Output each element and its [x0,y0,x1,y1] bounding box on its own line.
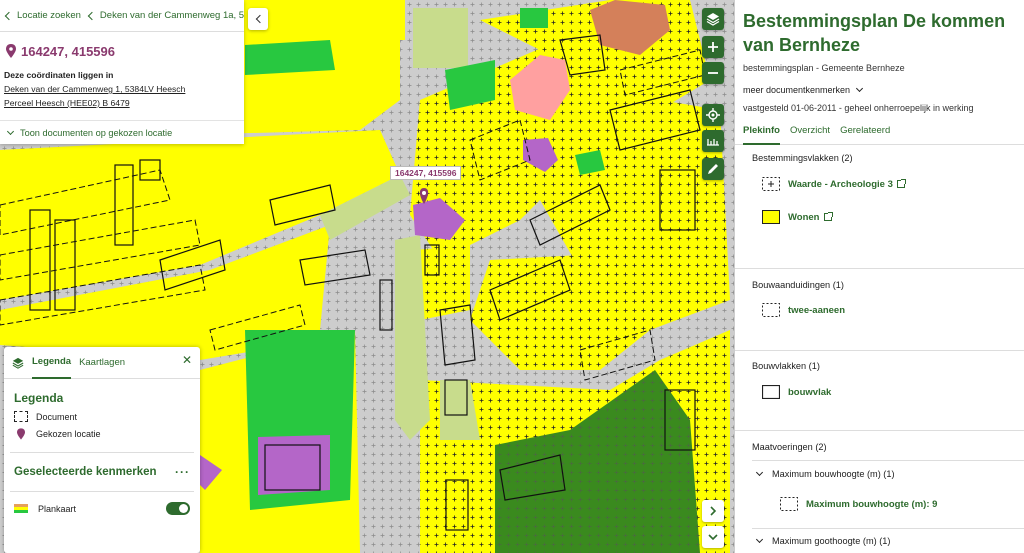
item-waarde-archeologie[interactable]: Waarde - Archeologie 3 [735,177,1024,191]
wonen-color-icon [762,210,780,224]
subsection-label: Maximum goothoogte (m) (1) [772,536,891,546]
chevron-down-icon [755,468,764,477]
document-icon [14,411,28,422]
chevron-down-icon [708,534,718,541]
plan-tab-bar: Plekinfo Overzicht Gerelateerd [735,125,1024,145]
show-documents-toggle[interactable]: Toon documenten op gekozen locatie [0,120,244,144]
item-label: Wonen [788,211,820,223]
more-docs-label: meer documentkenmerken [743,85,851,95]
plan-status: vastgesteld 01-06-2011 - geheel onherroe… [743,103,974,113]
zoom-out-button[interactable] [702,62,724,84]
legend-heading: Legenda [14,391,64,405]
map-coordinate-tooltip: 164247, 415596 [390,166,462,180]
location-pin-icon [17,428,25,440]
ruler-icon [707,139,719,146]
section-heading: Bestemmingsvlakken (2) [752,153,853,163]
location-pin-icon [6,44,16,58]
section-bouwaanduidingen: Bouwaanduidingen (1) twee-aaneen [735,269,1024,351]
bouwaanduiding-icon [762,303,780,317]
chevron-left-icon [255,14,264,24]
section-bestemmingsvlakken: Bestemmingsvlakken (2) Waarde - Archeolo… [735,145,1024,269]
subsection-max-goothoogte[interactable]: Maximum goothoogte (m) (1) [735,535,1024,546]
layer-row-plankaart: Plankaart [4,492,200,515]
tab-legenda[interactable]: Legenda [32,347,72,379]
layer-toggle[interactable] [166,502,190,515]
zoom-in-button[interactable] [702,36,724,58]
section-heading: Maatvoeringen (2) [752,442,827,452]
close-icon[interactable]: ✕ [182,353,192,367]
more-document-properties-toggle[interactable]: meer documentkenmerken [735,73,1024,95]
section-maatvoeringen: Maatvoeringen (2) Maximum bouwhoogte (m)… [735,431,1024,546]
item-bouwvlak[interactable]: bouwvlak [735,385,1024,399]
plus-icon [708,42,718,52]
layers-button[interactable] [702,8,724,30]
location-info-panel: Locatie zoeken Deken van der Cammenweg 1… [0,0,244,144]
subsection-label: Maximum bouwhoogte (m) (1) [772,469,895,479]
selected-features-heading: Geselecteerde kenmerken [14,466,157,478]
legend-item-label: Gekozen locatie [36,429,101,439]
pencil-icon [708,164,718,174]
plan-subtitle: bestemmingsplan - Gemeente Bernheze [743,63,905,73]
breadcrumb-address-label: Deken van der Cammenweg 1a, 5... [99,10,244,21]
chevron-down-icon [856,84,864,93]
item-max-bouwhoogte[interactable]: Maximum bouwhoogte (m): 9 [735,497,1024,511]
tab-gerelateerd[interactable]: Gerelateerd [840,125,890,145]
breadcrumb: Locatie zoeken Deken van der Cammenweg 1… [0,0,244,32]
item-wonen[interactable]: Wonen [735,210,1024,224]
chevron-down-icon [755,535,764,544]
maatvoering-icon [780,497,798,511]
legend-item-location: Gekozen locatie [4,422,200,440]
parcel-link[interactable]: Perceel Heesch (HEE02) B 6479 [4,96,238,110]
coordinates-lies-in-label: Deze coördinaten liggen in [4,70,114,80]
map-scroll-down-button[interactable] [702,526,724,548]
tab-plekinfo[interactable]: Plekinfo [743,125,780,145]
coordinates-title: 164247, 415596 [0,32,244,62]
layers-icon [12,357,24,369]
crosshair-icon [706,108,720,122]
section-heading: Bouwvlakken (1) [752,361,820,371]
chevron-right-icon [710,506,717,516]
chevron-left-icon [4,11,14,20]
layers-icon [706,13,720,26]
selected-features-row: Geselecteerde kenmerken ··· [4,453,200,479]
external-link-icon[interactable] [823,212,833,221]
legend-tab-bar: Legenda Kaartlagen ✕ [4,347,200,379]
measure-button[interactable] [702,130,724,152]
plan-title: Bestemmingsplan De kommen van Bernheze [743,11,1006,55]
archeologie-symbol-icon [762,177,780,191]
map-scroll-right-button[interactable] [702,500,724,522]
legend-item-label: Document [36,411,78,422]
coordinates-value: 164247, 415596 [21,43,115,59]
breadcrumb-address-link[interactable]: Deken van der Cammenweg 1a, 5... [87,10,244,21]
breadcrumb-back-label: Locatie zoeken [17,10,81,21]
tab-overzicht[interactable]: Overzicht [790,125,830,145]
item-label: Waarde - Archeologie 3 [788,178,893,190]
external-link-icon[interactable] [896,179,906,188]
item-label: bouwvlak [788,386,832,398]
section-bouwvlakken: Bouwvlakken (1) bouwvlak [735,351,1024,431]
locate-button[interactable] [702,104,724,126]
legend-item-document: Document [4,405,200,422]
collapse-panel-button[interactable] [248,8,268,30]
location-description: Deze coördinaten liggen in Deken van der… [0,62,244,110]
legend-panel: Legenda Kaartlagen ✕ Legenda Document Ge… [4,347,200,553]
breadcrumb-back-link[interactable]: Locatie zoeken [4,10,81,21]
item-twee-aaneen[interactable]: twee-aaneen [735,303,1024,317]
subsection-max-bouwhoogte[interactable]: Maximum bouwhoogte (m) (1) [735,468,1024,479]
item-label: twee-aaneen [788,304,846,316]
item-label: Maximum bouwhoogte (m): 9 [806,498,938,510]
draw-button[interactable] [702,158,724,180]
plan-detail-panel: Bestemmingsplan De kommen van Bernheze b… [734,0,1024,553]
more-options-icon[interactable]: ··· [175,465,190,479]
chevron-down-icon [6,127,15,135]
address-link[interactable]: Deken van der Cammenweg 1, 5384LV Heesch [4,82,238,96]
tab-kaartlagen[interactable]: Kaartlagen [79,347,125,379]
chevron-left-icon [87,11,97,20]
bouwvlak-icon [762,385,780,399]
minus-icon [708,72,718,74]
layer-label: Plankaart [38,503,77,514]
show-documents-label: Toon documenten op gekozen locatie [20,127,173,138]
section-heading: Bouwaanduidingen (1) [752,280,844,290]
plankaart-icon [14,503,28,514]
